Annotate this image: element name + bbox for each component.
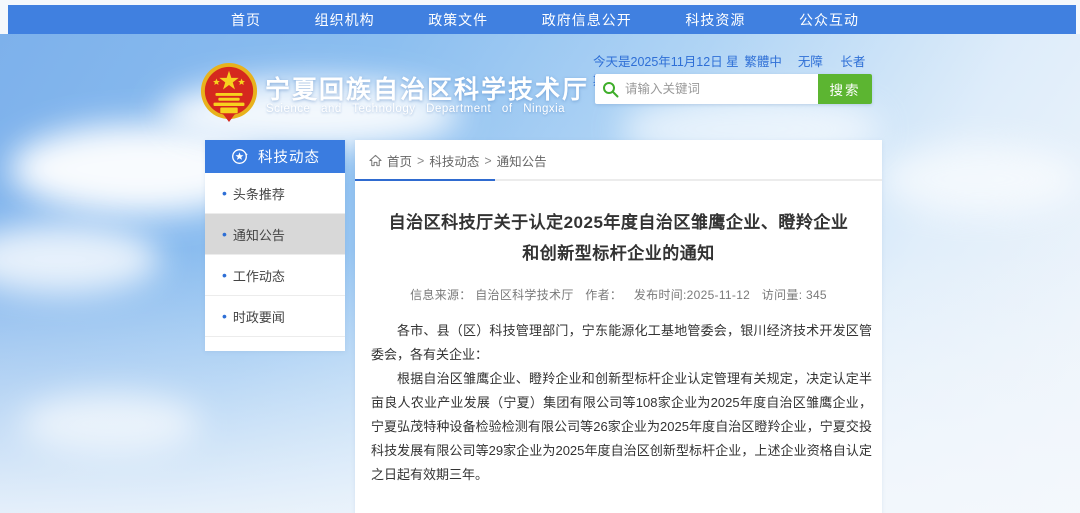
- bullet-icon: •: [222, 308, 227, 324]
- breadcrumb-separator: >: [417, 154, 424, 168]
- breadcrumb-link-section[interactable]: 科技动态: [429, 151, 479, 170]
- sidebar-item-work-updates[interactable]: • 工作动态: [205, 255, 345, 296]
- sidebar: 科技动态 • 头条推荐 • 通知公告 • 工作动态 • 时政要闻: [205, 140, 345, 351]
- sidebar-item-label: 工作动态: [233, 266, 285, 285]
- nav-item-org[interactable]: 组织机构: [315, 10, 375, 30]
- sidebar-footer: [205, 337, 345, 351]
- top-navigation-bar: 首页 组织机构 政策文件 政府信息公开 科技资源 公众互动: [8, 5, 1076, 34]
- sidebar-item-label: 通知公告: [233, 225, 285, 244]
- nav-item-interaction[interactable]: 公众互动: [799, 10, 859, 30]
- article-panel: 首页 > 科技动态 > 通知公告 自治区科技厅关于认定2025年度自治区雏鹰企业…: [355, 140, 882, 513]
- article-title-line2: 和创新型标杆企业的通知: [355, 238, 882, 269]
- meta-visits: 访问量: 345: [762, 288, 827, 302]
- sidebar-header: 科技动态: [205, 140, 345, 173]
- search-bar: 搜索: [595, 74, 872, 104]
- star-circle-icon: [231, 148, 248, 165]
- breadcrumb-current: 通知公告: [497, 151, 547, 170]
- article-title: 自治区科技厅关于认定2025年度自治区雏鹰企业、瞪羚企业 和创新型标杆企业的通知: [355, 207, 882, 270]
- home-icon: [369, 154, 382, 167]
- sidebar-item-headlines[interactable]: • 头条推荐: [205, 173, 345, 214]
- cloud-shape: [880, 144, 1080, 214]
- sidebar-item-label: 时政要闻: [233, 307, 285, 326]
- bullet-icon: •: [222, 185, 227, 201]
- site-subtitle: Science and Technology Department of Nin…: [266, 103, 565, 115]
- cloud-shape: [20, 394, 200, 454]
- nav-item-home[interactable]: 首页: [231, 10, 261, 30]
- article-meta: 信息来源： 自治区科学技术厅 作者： 发布时间:2025-11-12 访问量: …: [355, 286, 882, 303]
- breadcrumb-separator: >: [484, 154, 491, 168]
- sidebar-title: 科技动态: [258, 146, 320, 167]
- national-emblem-logo: [200, 62, 258, 122]
- search-button[interactable]: 搜索: [818, 74, 872, 104]
- breadcrumb: 首页 > 科技动态 > 通知公告: [355, 140, 882, 179]
- sidebar-item-political-news[interactable]: • 时政要闻: [205, 296, 345, 337]
- nav-item-gov-info[interactable]: 政府信息公开: [542, 10, 632, 30]
- bullet-icon: •: [222, 267, 227, 283]
- meta-author: 作者：: [585, 288, 622, 302]
- site-title: 宁夏回族自治区科学技术厅: [265, 70, 589, 106]
- sidebar-item-label: 头条推荐: [233, 184, 285, 203]
- meta-pubtime: 发布时间:2025-11-12: [634, 288, 750, 302]
- cloud-shape: [0, 224, 160, 294]
- breadcrumb-divider: [355, 179, 882, 181]
- article-paragraph: 根据自治区雏鹰企业、瞪羚企业和创新型标杆企业认定管理有关规定，决定认定半亩良人农…: [371, 367, 872, 487]
- search-input[interactable]: [625, 74, 818, 104]
- search-icon: [595, 74, 625, 104]
- bullet-icon: •: [222, 226, 227, 242]
- breadcrumb-link-home[interactable]: 首页: [387, 151, 412, 170]
- article-body: 各市、县（区）科技管理部门，宁东能源化工基地管委会，银川经济技术开发区管委会，各…: [355, 319, 882, 487]
- main-content: 科技动态 • 头条推荐 • 通知公告 • 工作动态 • 时政要闻: [205, 140, 882, 513]
- article-paragraph: 各市、县（区）科技管理部门，宁东能源化工基地管委会，银川经济技术开发区管委会，各…: [371, 319, 872, 367]
- article-title-line1: 自治区科技厅关于认定2025年度自治区雏鹰企业、瞪羚企业: [355, 207, 882, 238]
- nav-item-resources[interactable]: 科技资源: [685, 10, 745, 30]
- page: { "nav": { "items": ["首页", "组织机构", "政策文件…: [0, 0, 1080, 513]
- nav-item-policy[interactable]: 政策文件: [428, 10, 488, 30]
- meta-source: 信息来源： 自治区科学技术厅: [410, 288, 574, 302]
- sidebar-item-notices[interactable]: • 通知公告: [205, 214, 345, 255]
